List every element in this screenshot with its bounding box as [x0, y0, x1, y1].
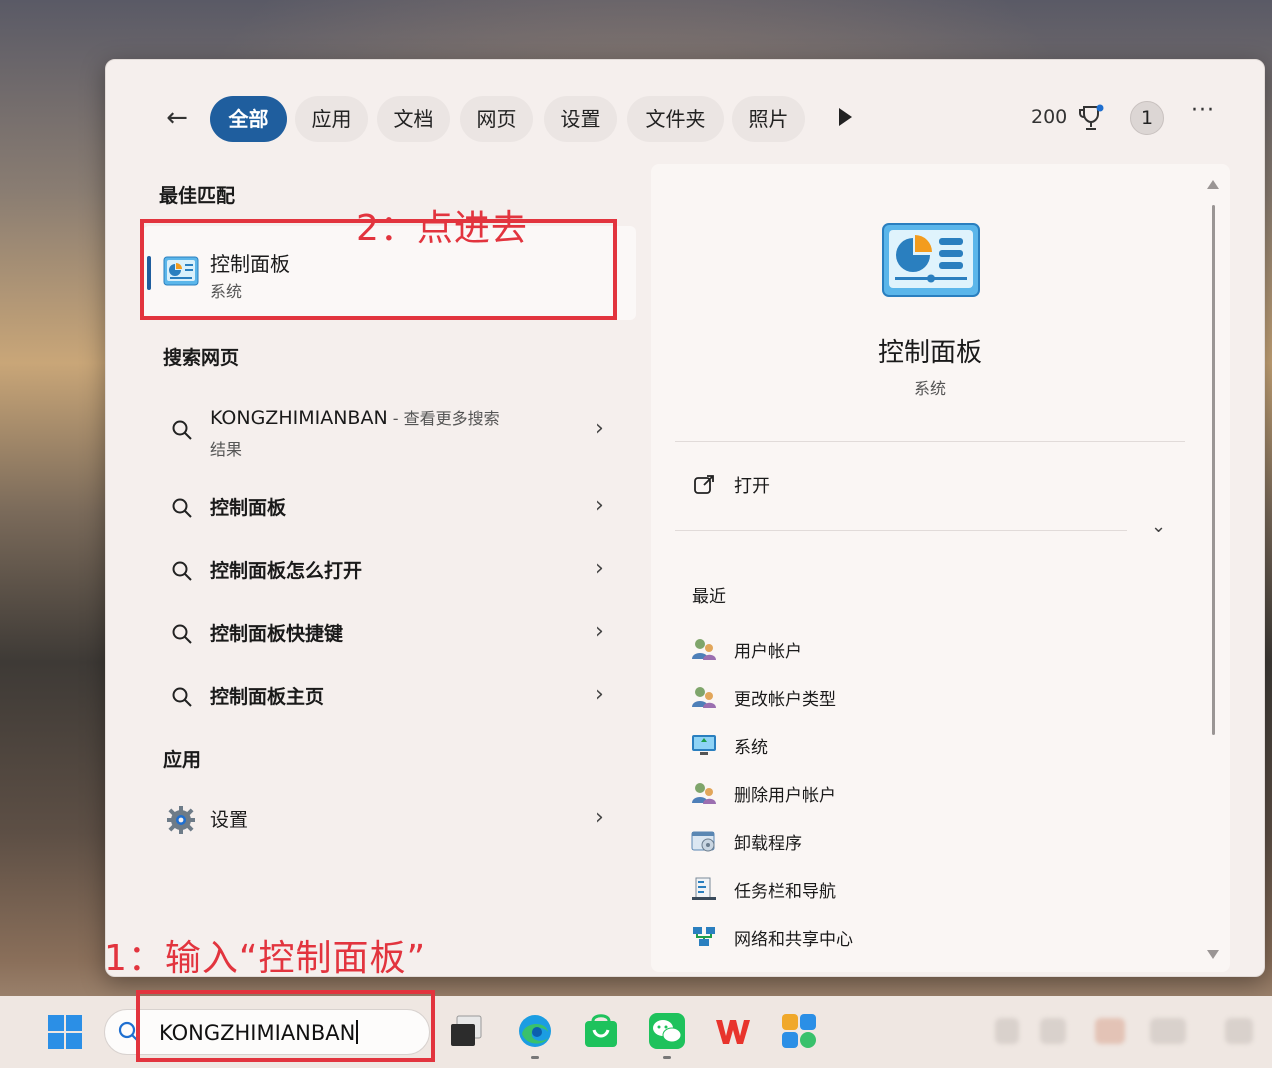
search-panel: ← 全部 应用 文档 网页 设置 文件夹 照片 200 1 ··· 最佳匹配 控…	[104, 59, 1265, 979]
recent-item-label: 更改帐户类型	[734, 690, 836, 710]
taskbar: KONGZHIMIANBAN	[0, 990, 1272, 1068]
more-options-button[interactable]: ···	[1191, 98, 1215, 123]
divider	[675, 530, 1127, 531]
store-bag-icon[interactable]	[582, 1012, 620, 1050]
rewards-points[interactable]: 200	[1031, 106, 1067, 128]
open-external-icon[interactable]	[693, 474, 715, 496]
best-match-heading: 最佳匹配	[159, 185, 236, 207]
web-result-item[interactable]: 控制面板怎么打开 ›	[161, 556, 611, 586]
web-result-text: 控制面板怎么打开	[210, 560, 363, 582]
web-result-item[interactable]: 控制面板 ›	[161, 493, 611, 523]
web-result-text: 控制面板	[210, 497, 287, 519]
app-result-settings[interactable]: 设置 ›	[161, 805, 611, 835]
apps-heading: 应用	[163, 749, 202, 771]
tray-icon[interactable]	[1095, 1018, 1125, 1044]
search-icon	[172, 561, 192, 581]
tray-icon[interactable]	[1150, 1018, 1186, 1044]
recent-item-label: 网络和共享中心	[734, 930, 853, 950]
tray-icon[interactable]	[1225, 1018, 1253, 1044]
network-sharing-icon	[693, 927, 715, 946]
trophy-icon[interactable]	[1078, 104, 1104, 132]
task-view-icon[interactable]	[447, 1012, 485, 1050]
search-icon	[172, 687, 192, 707]
recent-item-label: 任务栏和导航	[734, 882, 836, 902]
web-query-hint: - 查看更多搜索	[387, 409, 500, 428]
web-result-query[interactable]: KONGZHIMIANBAN - 查看更多搜索 结果 ›	[161, 403, 611, 463]
search-icon	[172, 420, 192, 440]
chevron-right-icon: ›	[595, 416, 604, 441]
account-badge[interactable]: 1	[1130, 101, 1164, 135]
more-filters-arrow-icon[interactable]	[839, 108, 852, 126]
annotation-box-search	[136, 990, 435, 1062]
chevron-right-icon: ›	[595, 682, 604, 707]
search-icon	[172, 498, 192, 518]
chevron-right-icon: ›	[595, 493, 604, 518]
web-query-hint-2: 结果	[210, 440, 243, 459]
detail-title: 控制面板	[877, 338, 982, 368]
annotation-step-2: 2：点进去	[356, 208, 528, 249]
detail-subtitle: 系统	[913, 379, 946, 398]
web-search-heading: 搜索网页	[163, 347, 240, 369]
back-button[interactable]: ←	[161, 104, 193, 136]
detail-pane: 控制面板 系统 打开 ⌄ 最近 用户帐户 更改帐户类型 系统 删除用户帐户 卸载…	[651, 164, 1230, 972]
divider	[675, 441, 1185, 442]
web-result-text: 控制面板主页	[210, 686, 325, 708]
wps-office-icon[interactable]	[714, 1012, 752, 1050]
scroll-down-arrow-icon[interactable]	[1207, 950, 1219, 959]
chevron-right-icon: ›	[595, 556, 604, 581]
user-accounts-icon	[692, 687, 716, 708]
recent-item-label: 系统	[734, 738, 768, 758]
tray-icon[interactable]	[995, 1018, 1019, 1044]
user-accounts-icon	[692, 639, 716, 660]
tab-documents[interactable]: 文档	[377, 96, 450, 142]
chevron-right-icon: ›	[595, 619, 604, 644]
uninstall-program-icon	[691, 831, 715, 852]
user-accounts-icon	[692, 783, 716, 804]
settings-gear-icon	[167, 806, 195, 834]
running-indicator	[531, 1056, 539, 1059]
taskbar-navigation-icon	[692, 877, 716, 900]
wechat-icon[interactable]	[648, 1012, 686, 1050]
open-action[interactable]: 打开	[734, 472, 770, 498]
web-result-item[interactable]: 控制面板主页 ›	[161, 682, 611, 712]
edge-browser-icon[interactable]	[516, 1012, 554, 1050]
detail-scrollbar[interactable]	[1212, 205, 1215, 735]
tab-web[interactable]: 网页	[460, 96, 533, 142]
recent-item-label: 删除用户帐户	[734, 786, 836, 806]
web-result-item[interactable]: 控制面板快捷键 ›	[161, 619, 611, 649]
recent-item-label: 用户帐户	[734, 642, 802, 662]
tab-apps[interactable]: 应用	[295, 96, 368, 142]
tab-settings[interactable]: 设置	[544, 96, 617, 142]
search-icon	[172, 624, 192, 644]
tray-icon[interactable]	[1040, 1018, 1066, 1044]
annotation-step-1: 1：输入“控制面板”	[104, 938, 427, 979]
web-result-query-text: KONGZHIMIANBAN - 查看更多搜索 结果	[210, 403, 500, 465]
web-result-text: 控制面板快捷键	[210, 623, 344, 645]
tab-photos[interactable]: 照片	[732, 96, 805, 142]
recent-heading: 最近	[692, 587, 726, 607]
scroll-up-arrow-icon[interactable]	[1207, 180, 1219, 189]
colorful-app-icon[interactable]	[780, 1012, 818, 1050]
control-panel-large-icon	[882, 223, 980, 297]
windows-start-icon[interactable]	[47, 1014, 83, 1050]
running-indicator	[663, 1056, 671, 1059]
app-result-text: 设置	[210, 809, 249, 831]
web-query: KONGZHIMIANBAN	[210, 407, 388, 429]
recent-item-label: 卸载程序	[734, 834, 802, 854]
chevron-right-icon: ›	[595, 805, 604, 830]
tab-folders[interactable]: 文件夹	[627, 96, 724, 142]
tab-all[interactable]: 全部	[210, 96, 287, 142]
system-monitor-icon	[692, 735, 716, 755]
chevron-down-icon[interactable]: ⌄	[1151, 516, 1166, 537]
